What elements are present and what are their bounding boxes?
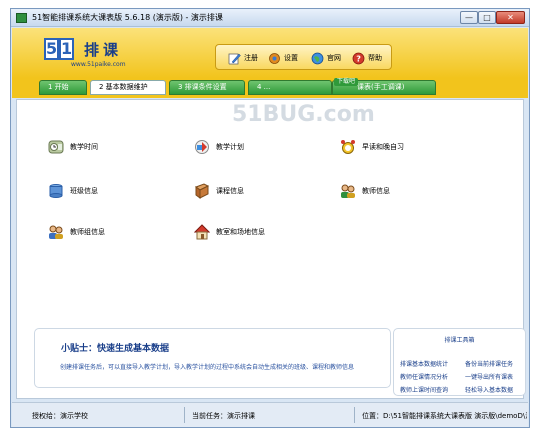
status-separator [184, 407, 185, 423]
status-location: 位置：D:\51智能排课系统大课表版 演示版\demoD\演 [362, 412, 527, 420]
status-school: 授权给：演示学校 [32, 412, 88, 420]
func-morning-evening[interactable]: 早读和晚自习 [340, 139, 404, 155]
tips-title: 小贴士：快速生成基本数据 [61, 344, 170, 354]
func-label: 教学计划 [216, 143, 244, 151]
header-banner: 5 1 排课 www.51paike.com 注册 设置 官网 ? 帮助 [12, 28, 528, 78]
teacher-group-icon [49, 225, 63, 239]
tab-start[interactable]: 1 开始 [39, 80, 87, 95]
func-course-info[interactable]: 课程信息 [194, 183, 244, 199]
database-icon [49, 184, 63, 198]
func-label: 班级信息 [70, 187, 98, 195]
logo-url: www.51paike.com [71, 61, 126, 68]
func-label: 课程信息 [216, 187, 244, 195]
toolbox-title: 排课工具箱 [444, 337, 475, 344]
book-icon [194, 183, 210, 199]
website-button[interactable]: 官网 [311, 50, 341, 66]
gear-icon [269, 52, 280, 64]
func-classroom-venue[interactable]: 教室和场地信息 [194, 224, 265, 240]
tab-schedule-conditions[interactable]: 3 排课条件设置 [169, 80, 245, 95]
help-label: 帮助 [368, 54, 382, 62]
download-badge: 下载吧 [334, 78, 359, 86]
func-class-info[interactable]: 班级信息 [48, 183, 98, 199]
main-panel: 51BUG.com 教学时间 教学计划 早读和晚自习 班级信息 课程信息 教师信… [16, 99, 526, 399]
func-label: 教师信息 [362, 187, 390, 195]
close-button[interactable]: ✕ [496, 11, 525, 24]
globe-icon [311, 52, 324, 64]
teachers-icon [341, 184, 355, 198]
clock-icon [48, 140, 64, 154]
top-toolbar: 注册 设置 官网 ? 帮助 [215, 44, 392, 70]
help-button[interactable]: ? 帮助 [352, 50, 382, 66]
func-label: 教学时间 [70, 143, 98, 151]
tab-basic-data[interactable]: 2 基本数据维护 [90, 80, 166, 95]
app-window: 51智能排课系统大课表版 5.6.18 (演示版) - 演示排课 — □ ✕ 5… [10, 8, 530, 428]
svg-text:?: ? [356, 54, 361, 63]
plan-icon [195, 140, 209, 154]
house-icon [194, 224, 210, 240]
tab-4[interactable]: 4 ... [248, 80, 332, 95]
window-title: 51智能排课系统大课表版 5.6.18 (演示版) - 演示排课 [32, 13, 223, 22]
settings-label: 设置 [284, 54, 298, 62]
logo-text: 排课 [84, 41, 123, 59]
link-teacher-time-query[interactable]: 教师上课时间查询 [400, 385, 448, 394]
tab-strip: 1 开始 2 基本数据维护 3 排课条件设置 4 ... 课表(手工调课) 下载… [12, 78, 528, 98]
status-separator [354, 407, 355, 423]
link-data-statistics[interactable]: 排课基本数据统计 [400, 359, 448, 368]
title-bar: 51智能排课系统大课表版 5.6.18 (演示版) - 演示排课 — □ ✕ [11, 9, 529, 27]
logo-mark-5: 5 [44, 38, 59, 60]
website-label: 官网 [327, 54, 341, 62]
help-icon: ? [352, 52, 365, 64]
func-teaching-time[interactable]: 教学时间 [48, 139, 98, 155]
tips-panel: 小贴士：快速生成基本数据 创建排课任务后，可以直接导入教学计划，导入教学计划的过… [34, 328, 391, 388]
link-backup-task[interactable]: 备份当前排课任务 [465, 359, 513, 368]
tips-text: 创建排课任务后，可以直接导入教学计划，导入教学计划的过程中系统会自动生成相关的班… [60, 364, 355, 371]
app-icon [16, 13, 27, 23]
register-label: 注册 [244, 54, 258, 62]
register-button[interactable]: 注册 [228, 50, 258, 66]
func-label: 早读和晚自习 [362, 143, 404, 151]
status-bar: 授权给：演示学校 当前任务：演示排课 位置：D:\51智能排课系统大课表版 演示… [12, 402, 528, 427]
maximize-button[interactable]: □ [478, 11, 496, 24]
status-task: 当前任务：演示排课 [192, 412, 255, 420]
toolbox-panel: 排课工具箱 排课基本数据统计 备份当前排课任务 教师任课情况分析 一键导出所有课… [393, 328, 526, 396]
func-teacher-group[interactable]: 教师组信息 [48, 224, 105, 240]
func-teacher-info[interactable]: 教师信息 [340, 183, 390, 199]
func-label: 教室和场地信息 [216, 228, 265, 236]
watermark: 51BUG.com [232, 102, 375, 127]
logo: 5 1 排课 www.51paike.com [44, 36, 164, 70]
alarm-icon [341, 140, 355, 154]
register-pen-icon [228, 53, 241, 64]
minimize-button[interactable]: — [460, 11, 478, 24]
logo-mark-1: 1 [59, 38, 74, 60]
func-teaching-plan[interactable]: 教学计划 [194, 139, 244, 155]
func-label: 教师组信息 [70, 228, 105, 236]
link-import-basic-data[interactable]: 轻松导入基本数据 [465, 385, 513, 394]
link-teacher-analysis[interactable]: 教师任课情况分析 [400, 372, 448, 381]
link-export-timetables[interactable]: 一键导出所有课表 [465, 372, 513, 381]
settings-button[interactable]: 设置 [268, 50, 298, 66]
